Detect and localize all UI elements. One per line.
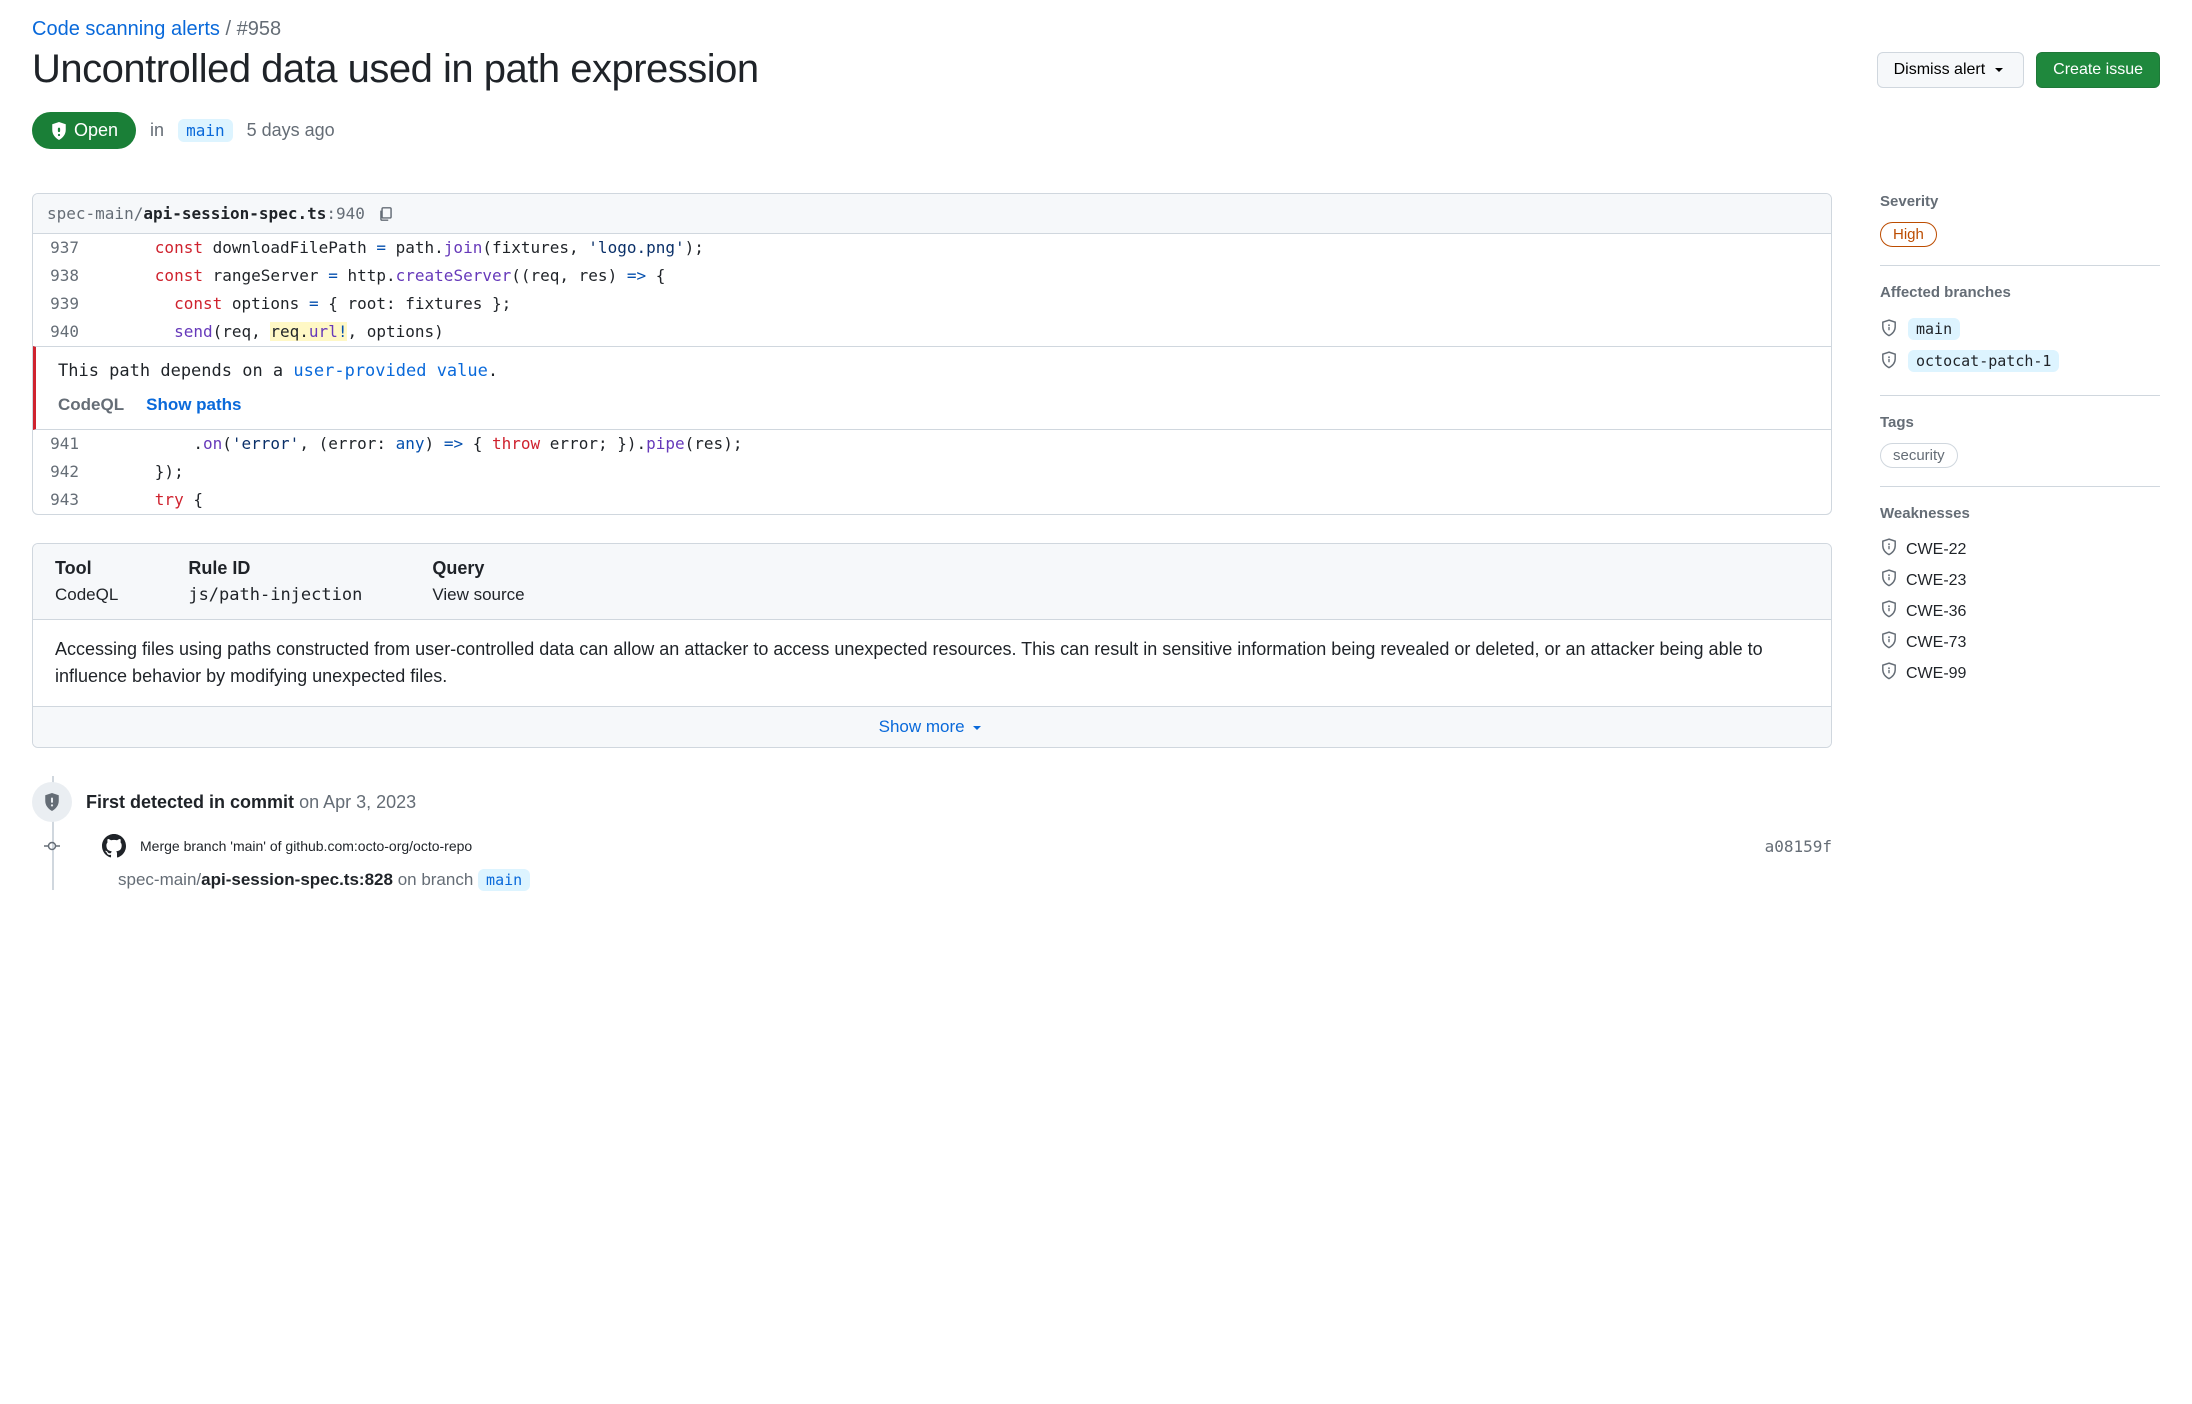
annotation-link[interactable]: user-provided value [293, 361, 487, 381]
weakness-item[interactable]: CWE-23 [1880, 565, 2160, 596]
chevron-down-icon [969, 720, 985, 736]
tool-label: Tool [55, 558, 118, 579]
timeline-branch[interactable]: main [478, 869, 530, 891]
severity-heading: Severity [1880, 193, 2160, 210]
weakness-item[interactable]: CWE-99 [1880, 658, 2160, 689]
timeline-title: First detected in commit [86, 792, 294, 812]
weakness-item[interactable]: CWE-36 [1880, 596, 2160, 627]
commit-hash[interactable]: a08159f [1765, 837, 1832, 856]
shield-icon [1880, 631, 1898, 654]
severity-badge: High [1880, 222, 1937, 247]
affected-branch[interactable]: octocat-patch-1 [1880, 345, 2160, 377]
affected-branch[interactable]: main [1880, 313, 2160, 345]
timeline: First detected in commit on Apr 3, 2023 … [32, 776, 1832, 890]
code-box: spec-main/api-session-spec.ts:940 937 co… [32, 193, 1832, 515]
shield-icon [1880, 600, 1898, 623]
shield-icon [1880, 319, 1898, 340]
tag-chip[interactable]: security [1880, 443, 1958, 468]
shield-icon [1880, 538, 1898, 561]
query-source-link[interactable]: View source [432, 585, 524, 604]
tool-value: CodeQL [55, 585, 118, 605]
breadcrumb: Code scanning alerts / #958 [32, 0, 2160, 41]
rule-label: Rule ID [188, 558, 362, 579]
code-line: 939 const options = { root: fixtures }; [33, 290, 1831, 318]
status-branch[interactable]: main [178, 119, 233, 142]
show-paths-link[interactable]: Show paths [146, 395, 241, 415]
alert-annotation: This path depends on a user-provided val… [33, 346, 1831, 430]
shield-alert-icon [32, 782, 72, 822]
code-line: 942 }); [33, 458, 1831, 486]
rule-info-box: Tool CodeQL Rule ID js/path-injection Qu… [32, 543, 1832, 748]
create-issue-button[interactable]: Create issue [2036, 52, 2160, 88]
status-age: 5 days ago [247, 120, 335, 141]
code-line: 943 try { [33, 486, 1831, 514]
status-in: in [150, 120, 164, 141]
code-line: 937 const downloadFilePath = path.join(f… [33, 234, 1831, 262]
annotation-tool: CodeQL [58, 395, 124, 415]
rule-value: js/path-injection [188, 585, 362, 605]
code-line: 941 .on('error', (error: any) => { throw… [33, 430, 1831, 458]
commit-icon [44, 838, 60, 854]
code-line: 938 const rangeServer = http.createServe… [33, 262, 1831, 290]
avatar [102, 834, 126, 858]
weaknesses-heading: Weaknesses [1880, 505, 2160, 522]
copy-icon[interactable] [377, 205, 395, 223]
breadcrumb-id: #958 [237, 18, 282, 40]
state-badge: Open [32, 112, 136, 149]
shield-icon [50, 122, 68, 140]
code-line: 940 send(req, req.url!, options) [33, 318, 1831, 346]
dismiss-alert-button[interactable]: Dismiss alert [1877, 52, 2025, 88]
weakness-item[interactable]: CWE-22 [1880, 534, 2160, 565]
branches-heading: Affected branches [1880, 284, 2160, 301]
weakness-item[interactable]: CWE-73 [1880, 627, 2160, 658]
page-title: Uncontrolled data used in path expressio… [32, 47, 1877, 92]
show-more-button[interactable]: Show more [33, 706, 1831, 747]
query-label: Query [432, 558, 524, 579]
timeline-file[interactable]: spec-main/api-session-spec.ts:828 [118, 870, 393, 889]
chevron-down-icon [1991, 62, 2007, 78]
shield-icon [1880, 569, 1898, 592]
rule-description: Accessing files using paths constructed … [33, 620, 1831, 706]
file-path[interactable]: spec-main/api-session-spec.ts:940 [47, 204, 365, 223]
shield-icon [1880, 662, 1898, 685]
tags-heading: Tags [1880, 414, 2160, 431]
commit-message[interactable]: Merge branch 'main' of github.com:octo-o… [140, 838, 472, 854]
shield-icon [1880, 351, 1898, 372]
breadcrumb-parent[interactable]: Code scanning alerts [32, 18, 220, 40]
